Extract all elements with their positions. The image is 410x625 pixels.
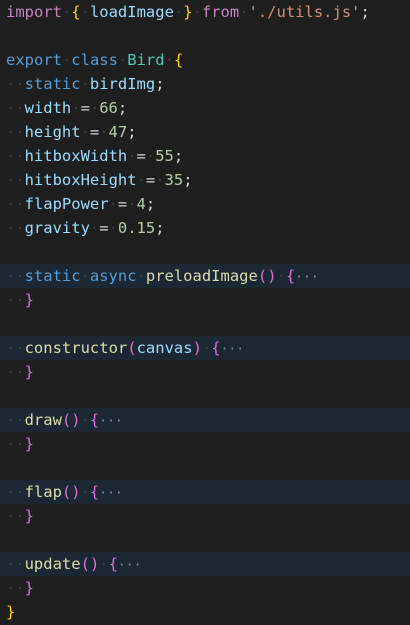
code-line-close-brace[interactable]: ··}	[0, 360, 410, 384]
paren-close: )	[71, 411, 81, 429]
code-line-class-decl[interactable]: export·class·Bird·{	[0, 48, 410, 72]
keyword-class: class	[71, 51, 118, 69]
fold-ellipsis-icon[interactable]: ···	[295, 270, 318, 285]
paren-open: (	[80, 555, 90, 573]
paren-close: )	[267, 267, 277, 285]
number-literal: 66	[99, 99, 118, 117]
paren-open: (	[61, 483, 72, 501]
semicolon: ;	[127, 123, 137, 141]
fold-ellipsis-icon[interactable]: ···	[118, 558, 141, 573]
semicolon: ;	[183, 171, 193, 189]
brace-open: {	[108, 555, 118, 573]
class-name: Bird	[127, 51, 165, 69]
code-line-hitboxheight[interactable]: ··hitboxHeight·=·35;	[0, 168, 410, 192]
keyword-import: import	[6, 3, 62, 21]
brace-close: }	[24, 579, 34, 597]
code-line-close-brace[interactable]: ··}	[0, 576, 410, 600]
code-line-birdimg[interactable]: ··static·birdImg;	[0, 72, 410, 96]
keyword-async: async	[89, 267, 137, 285]
field-name: hitboxHeight	[24, 171, 137, 189]
fold-ellipsis-icon[interactable]: ···	[99, 486, 122, 501]
paren-open: (	[127, 339, 137, 357]
brace-close: }	[24, 363, 34, 381]
code-line-close-brace[interactable]: ··}	[0, 504, 410, 528]
brace-open: {	[211, 339, 221, 357]
field-name: width	[24, 99, 72, 117]
code-line-hitboxwidth[interactable]: ··hitboxWidth·=·55;	[0, 144, 410, 168]
method-name: update	[24, 555, 81, 573]
code-line-blank[interactable]	[0, 456, 410, 480]
code-line-blank[interactable]	[0, 312, 410, 336]
semicolon: ;	[360, 3, 370, 21]
code-line-width[interactable]: ··width·=·66;	[0, 96, 410, 120]
operator-assign: =	[145, 171, 156, 189]
semicolon: ;	[155, 219, 165, 237]
paren-open: (	[61, 411, 72, 429]
operator-assign: =	[136, 147, 146, 165]
number-literal: 55	[155, 147, 174, 165]
number-literal: 35	[164, 171, 184, 189]
operator-assign: =	[80, 99, 90, 117]
method-name: flap	[24, 483, 62, 501]
keyword-static: static	[24, 267, 81, 285]
code-line-gravity[interactable]: ··gravity·=·0.15;	[0, 216, 410, 240]
operator-assign: =	[89, 123, 100, 141]
code-line-constructor[interactable]: ··constructor(canvas)·{···	[0, 336, 410, 360]
code-line-blank[interactable]	[0, 240, 410, 264]
paren-close: )	[192, 339, 202, 357]
paren-close: )	[71, 483, 81, 501]
brace-open: {	[71, 3, 81, 21]
code-line-flappower[interactable]: ··flapPower·=·4;	[0, 192, 410, 216]
fold-ellipsis-icon[interactable]: ···	[99, 414, 122, 429]
paren-close: )	[89, 555, 100, 573]
code-line-blank[interactable]	[0, 384, 410, 408]
brace-close: }	[24, 507, 34, 525]
field-name: gravity	[24, 219, 90, 237]
brace-close: }	[183, 3, 193, 21]
keyword-static: static	[24, 75, 81, 93]
param-name: canvas	[136, 339, 193, 357]
brace-open: {	[89, 411, 100, 429]
import-name: loadImage	[89, 3, 174, 21]
paren-open: (	[257, 267, 268, 285]
fold-ellipsis-icon[interactable]: ···	[221, 342, 244, 357]
semicolon: ;	[117, 99, 128, 117]
code-line-blank[interactable]	[0, 528, 410, 552]
code-line-class-close[interactable]: }	[0, 600, 410, 624]
operator-assign: =	[99, 219, 109, 237]
operator-assign: =	[117, 195, 128, 213]
code-line-close-brace[interactable]: ··}	[0, 288, 410, 312]
method-name: draw	[24, 411, 62, 429]
brace-open: {	[173, 51, 184, 69]
code-line-preloadimage[interactable]: ··static·async·preloadImage()·{···	[0, 264, 410, 288]
number-literal: 4	[136, 195, 146, 213]
field-name: birdImg	[89, 75, 156, 93]
keyword-from: from	[201, 3, 240, 21]
brace-close: }	[24, 435, 34, 453]
code-line-flap[interactable]: ··flap()·{···	[0, 480, 410, 504]
brace-close: }	[24, 291, 34, 309]
field-name: flapPower	[24, 195, 109, 213]
semicolon: ;	[155, 75, 165, 93]
method-name: constructor	[24, 339, 128, 357]
code-line-import[interactable]: import·{·loadImage·}·from·'./utils.js';	[0, 0, 410, 24]
number-literal: 47	[108, 123, 128, 141]
field-name: height	[24, 123, 81, 141]
code-editor[interactable]: import·{·loadImage·}·from·'./utils.js'; …	[0, 0, 410, 625]
field-name: hitboxWidth	[24, 147, 128, 165]
brace-open: {	[285, 267, 296, 285]
brace-open: {	[89, 483, 100, 501]
keyword-export: export	[6, 51, 62, 69]
brace-close: }	[6, 603, 16, 621]
import-path: './utils.js'	[248, 3, 361, 21]
code-line-close-brace[interactable]: ··}	[0, 432, 410, 456]
code-line-update[interactable]: ··update()·{···	[0, 552, 410, 576]
code-line-draw[interactable]: ··draw()·{···	[0, 408, 410, 432]
semicolon: ;	[173, 147, 184, 165]
semicolon: ;	[145, 195, 156, 213]
code-line-height[interactable]: ··height·=·47;	[0, 120, 410, 144]
number-literal: 0.15	[117, 219, 156, 237]
method-name: preloadImage	[145, 267, 258, 285]
